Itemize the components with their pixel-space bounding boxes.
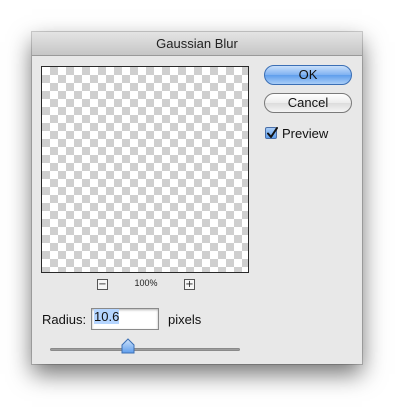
preview-checkbox[interactable] [265,127,278,139]
dialog-title[interactable]: Gaussian Blur [32,32,362,56]
gaussian-blur-dialog: Gaussian Blur − 100% + OK Cancel Preview… [32,32,362,364]
preview-canvas[interactable] [41,66,249,273]
radius-value: 10.6 [94,309,120,324]
slider-thumb-icon[interactable] [121,338,135,354]
radius-label: Radius: [42,312,87,327]
radius-input[interactable]: 10.6 [91,308,159,330]
plus-icon: + [185,279,194,290]
units-label: pixels [168,312,202,327]
cancel-button[interactable]: Cancel [264,93,352,113]
minus-icon: − [98,279,107,290]
ok-button[interactable]: OK [264,65,352,85]
checkmark-icon [267,127,278,138]
preview-checkbox-label[interactable]: Preview [282,126,328,141]
radius-slider-track[interactable] [50,348,240,351]
zoom-out-button[interactable]: − [97,279,108,290]
zoom-in-button[interactable]: + [184,279,195,290]
zoom-level: 100% [134,278,158,288]
